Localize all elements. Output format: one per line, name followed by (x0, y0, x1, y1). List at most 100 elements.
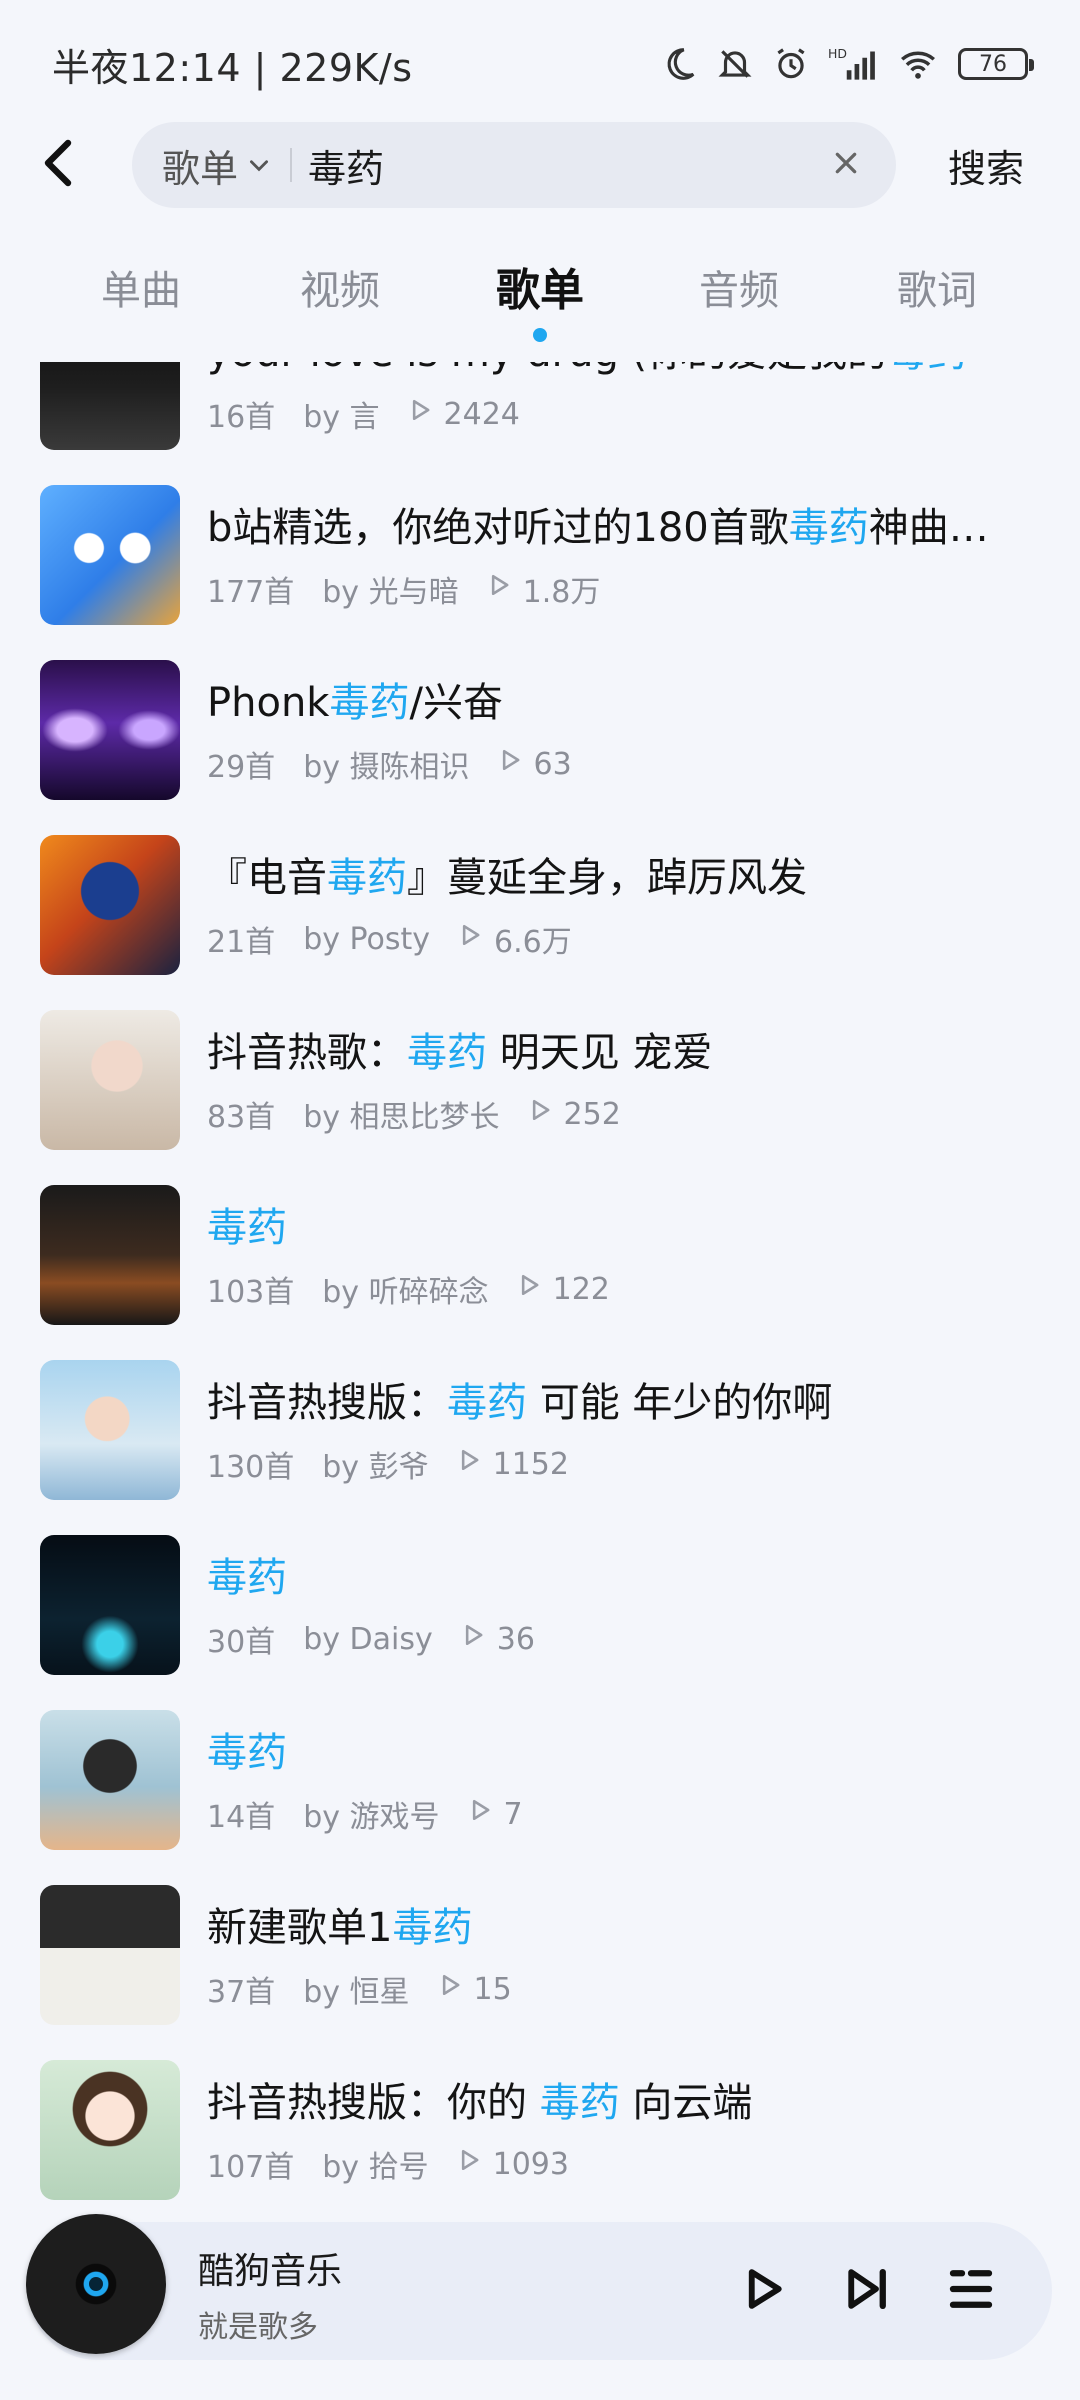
playlist-item[interactable]: Phonk毒药/兴奋 29首 by 摄陈相识 63 (0, 660, 1080, 835)
playlist-plays: 1093 (455, 2146, 569, 2182)
playlist-results: your love is my drug (你的爱是我的毒药 16首 by 言 242… (0, 362, 1080, 2212)
result-tabs: 单曲 视频 歌单 音频 歌词 (0, 250, 1080, 342)
playlist-plays: 252 (526, 1096, 621, 1132)
search-divider (290, 148, 293, 182)
hd-signal-icon: HD (828, 45, 878, 83)
tab-songs[interactable]: 单曲 (101, 258, 181, 316)
skip-next-icon (840, 2262, 894, 2320)
album-disc[interactable] (26, 2214, 166, 2354)
playlist-meta: 37首 by 恒星 15 (207, 1967, 512, 2011)
playlist-title-prefix: 新建歌单1 (207, 1905, 393, 1951)
play-button[interactable] (728, 2256, 798, 2326)
playlist-cover (40, 1535, 180, 1675)
playlist-item[interactable]: 毒药 14首 by 游戏号 7 (0, 1710, 1080, 1885)
tab-videos[interactable]: 视频 (300, 258, 380, 316)
playlist-meta: 21首 by Posty 6.6万 (207, 917, 572, 961)
playlist-creator: by 游戏号 (303, 1800, 440, 1835)
playlist-title-prefix: 抖音热搜版： (207, 1380, 447, 1426)
search-input[interactable] (308, 143, 826, 187)
playlist-title-highlight: 毒药 (329, 680, 410, 726)
playlist-plays: 2424 (406, 396, 520, 432)
playlist-creator: by 言 (303, 400, 380, 435)
playlist-meta: 16首 by 言 2424 (207, 392, 520, 436)
playlist-item[interactable]: 抖音热搜版：你的 毒药 向云端 107首 by 拾号 1093 (0, 2060, 1080, 2212)
playlist-item[interactable]: 抖音热搜版：毒药 可能 年少的你啊 130首 by 彭爷 1152 (0, 1360, 1080, 1535)
playlist-creator: by 光与暗 (322, 575, 459, 610)
playlist-title: your love is my drug (你的爱是我的毒药 (207, 362, 1007, 378)
playlist-play-count: 7 (503, 1796, 523, 1832)
playlist-item[interactable]: 毒药 30首 by Daisy 36 (0, 1535, 1080, 1710)
next-button[interactable] (832, 2256, 902, 2326)
close-icon (833, 150, 859, 180)
tab-playlists[interactable]: 歌单 (496, 254, 584, 342)
playlist-title-prefix: 抖音热搜版：你的 (207, 2080, 540, 2126)
playlist-title-highlight: 毒药 (539, 2080, 620, 2126)
mini-player[interactable]: 酷狗音乐 就是歌多 (26, 2214, 1052, 2360)
search-box: 歌单 (132, 122, 896, 208)
playlist-cover (40, 1710, 180, 1850)
playlist-song-count: 103首 (207, 1275, 295, 1310)
play-icon (736, 2262, 790, 2320)
playlist-cover (40, 1360, 180, 1500)
tab-lyrics[interactable]: 歌词 (897, 258, 977, 316)
playlist-plays: 122 (515, 1271, 610, 1307)
playlist-cover (40, 1185, 180, 1325)
playlist-creator: by 彭爷 (322, 1450, 429, 1485)
play-count-icon (455, 2146, 483, 2182)
playlist-cover (40, 1885, 180, 2025)
wifi-icon (896, 45, 940, 83)
search-button[interactable]: 搜索 (948, 138, 1024, 193)
active-tab-indicator (533, 328, 547, 342)
playlist-item[interactable]: 新建歌单1毒药 37首 by 恒星 15 (0, 1885, 1080, 2060)
play-count-icon (515, 1271, 543, 1307)
playlist-title-suffix: 向云端 (619, 2080, 753, 2126)
play-count-icon (496, 746, 524, 782)
moon-icon (660, 45, 698, 83)
playlist-item[interactable]: your love is my drug (你的爱是我的毒药 16首 by 言 242… (0, 362, 1080, 485)
playlist-cover (40, 2060, 180, 2200)
playlist-item[interactable]: 抖音热歌：毒药 明天见 宠爱 83首 by 相思比梦长 252 (0, 1010, 1080, 1185)
playlist-meta: 29首 by 摄陈相识 63 (207, 742, 572, 786)
playlist-meta: 83首 by 相思比梦长 252 (207, 1092, 621, 1136)
playlist-title-highlight: 毒药 (392, 1905, 473, 1951)
player-subtitle: 就是歌多 (198, 2310, 318, 2345)
playlist-item[interactable]: 『电音毒药』蔓延全身，踔厉风发 21首 by Posty 6.6万 (0, 835, 1080, 1010)
playlist-plays: 63 (496, 746, 572, 782)
play-count-icon (466, 1796, 494, 1832)
playlist-queue-button[interactable] (936, 2256, 1006, 2326)
clear-search-button[interactable] (826, 145, 866, 185)
back-button[interactable] (28, 135, 88, 195)
playlist-title: 『电音毒药』蔓延全身，踔厉风发 (207, 845, 1007, 903)
playlist-item[interactable]: b站精选，你绝对听过的180首歌毒药神曲，… 177首 by 光与暗 1.8万 (0, 485, 1080, 660)
playlist-play-count: 1.8万 (522, 575, 601, 610)
playlist-play-count: 63 (533, 746, 572, 782)
playlist-creator: by 听碎碎念 (322, 1275, 489, 1310)
playlist-title-highlight: 毒药 (327, 855, 407, 901)
playlist-item[interactable]: 毒药 103首 by 听碎碎念 122 (0, 1185, 1080, 1360)
queue-list-icon (944, 2262, 998, 2320)
playlist-title: Phonk毒药/兴奋 (207, 670, 1007, 728)
playlist-title-highlight: 毒药 (207, 1555, 287, 1601)
playlist-list: your love is my drug (你的爱是我的毒药 16首 by 言 242… (0, 362, 1080, 2212)
playlist-song-count: 14首 (207, 1800, 276, 1835)
tab-audio[interactable]: 音频 (699, 258, 779, 316)
playlist-plays: 1152 (455, 1446, 569, 1482)
playlist-play-count: 122 (552, 1271, 610, 1307)
playlist-song-count: 83首 (207, 1100, 276, 1135)
playlist-creator: by Daisy (303, 1621, 433, 1657)
playlist-title: 毒药 (207, 1720, 1007, 1778)
playlist-creator: by Posty (303, 921, 431, 957)
playlist-title-suffix: 神曲，… (868, 505, 1007, 551)
playlist-song-count: 30首 (207, 1625, 276, 1660)
playlist-title-highlight: 毒药 (788, 505, 869, 551)
playlist-title-highlight: 毒药 (407, 1030, 487, 1076)
svg-text:HD: HD (828, 46, 847, 61)
playlist-title-suffix: 』蔓延全身，踔厉风发 (407, 855, 807, 901)
play-count-icon (406, 396, 434, 432)
search-type-dropdown[interactable]: 歌单 (162, 138, 272, 193)
playlist-creator: by 相思比梦长 (303, 1100, 500, 1135)
playlist-title-highlight: 毒药 (207, 1730, 287, 1776)
alarm-icon (772, 45, 810, 83)
playlist-play-count: 2424 (443, 396, 520, 432)
playlist-cover (40, 1010, 180, 1150)
